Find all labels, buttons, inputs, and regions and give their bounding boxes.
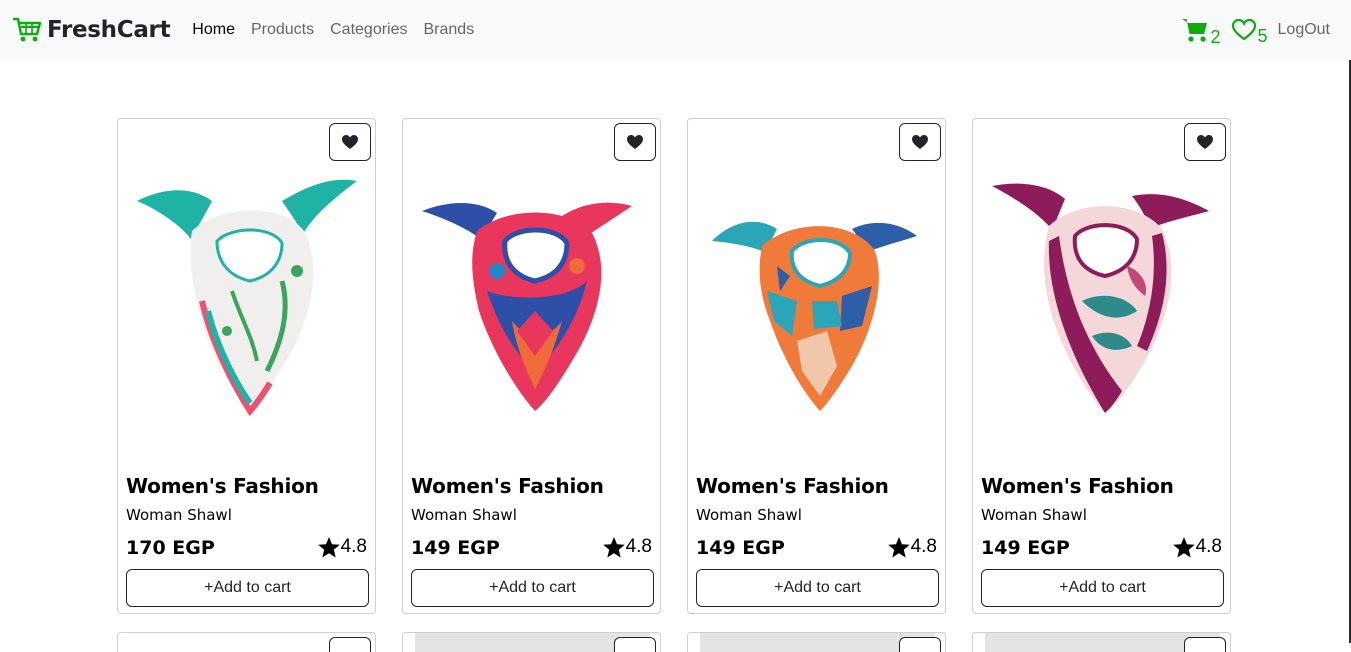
- product-category: Women's Fashion: [696, 474, 889, 498]
- heart-icon: [627, 135, 643, 149]
- wishlist-toggle-button[interactable]: [614, 637, 656, 652]
- star-icon: [317, 536, 340, 557]
- product-category: Women's Fashion: [126, 474, 319, 498]
- rating-value: 4.8: [910, 536, 937, 557]
- nav-links: Home Products Categories Brands: [192, 21, 490, 39]
- product-title: Woman Shawl: [411, 506, 517, 524]
- nav-link-home[interactable]: Home: [192, 21, 235, 39]
- product-card-partial[interactable]: [687, 632, 946, 652]
- product-rating: 4.8: [887, 536, 937, 558]
- product-image: [712, 221, 917, 411]
- product-category: Women's Fashion: [981, 474, 1174, 498]
- cart-button[interactable]: 2: [1181, 17, 1221, 47]
- wishlist-toggle-button[interactable]: [614, 123, 656, 161]
- product-title: Woman Shawl: [126, 506, 232, 524]
- heart-icon: [342, 135, 358, 149]
- heart-icon: [1197, 135, 1213, 149]
- star-icon: [887, 536, 910, 557]
- product-price: 149 EGP: [411, 537, 500, 559]
- rating-value: 4.8: [1195, 536, 1222, 557]
- heart-outline-icon: [1231, 18, 1256, 41]
- add-to-cart-button[interactable]: +Add to cart: [411, 569, 654, 607]
- product-card[interactable]: Women's Fashion Woman Shawl 149 EGP 4.8 …: [972, 118, 1231, 614]
- add-to-cart-button[interactable]: +Add to cart: [126, 569, 369, 607]
- add-to-cart-button[interactable]: +Add to cart: [981, 569, 1224, 607]
- product-rating: 4.8: [317, 536, 367, 558]
- product-card-partial[interactable]: [972, 632, 1231, 652]
- product-rating: 4.8: [602, 536, 652, 558]
- product-price: 149 EGP: [981, 537, 1070, 559]
- product-card[interactable]: Women's Fashion Woman Shawl 170 EGP 4.8 …: [117, 118, 376, 614]
- wishlist-count: 5: [1257, 26, 1268, 46]
- wishlist-toggle-button[interactable]: [899, 123, 941, 161]
- rating-value: 4.8: [340, 536, 367, 557]
- cart-count: 2: [1210, 27, 1221, 47]
- shopping-cart-logo-icon: [13, 17, 42, 42]
- product-title: Woman Shawl: [696, 506, 802, 524]
- product-image: [992, 183, 1209, 413]
- logout-link[interactable]: LogOut: [1278, 21, 1330, 39]
- product-image: [422, 202, 632, 411]
- nav-right: 2 5 LogOut: [1181, 0, 1330, 60]
- product-category: Women's Fashion: [411, 474, 604, 498]
- product-card[interactable]: Women's Fashion Woman Shawl 149 EGP 4.8 …: [402, 118, 661, 614]
- product-card[interactable]: Women's Fashion Woman Shawl 149 EGP 4.8 …: [687, 118, 946, 614]
- product-price: 149 EGP: [696, 537, 785, 559]
- wishlist-toggle-button[interactable]: [1184, 123, 1226, 161]
- wishlist-toggle-button[interactable]: [329, 637, 371, 652]
- heart-icon: [912, 135, 928, 149]
- product-rating: 4.8: [1172, 536, 1222, 558]
- nav-link-brands[interactable]: Brands: [424, 21, 475, 39]
- rating-value: 4.8: [625, 536, 652, 557]
- product-card-partial[interactable]: [117, 632, 376, 652]
- cart-icon: [1182, 19, 1208, 42]
- wishlist-toggle-button[interactable]: [1184, 637, 1226, 652]
- wishlist-toggle-button[interactable]: [329, 123, 371, 161]
- product-title: Woman Shawl: [981, 506, 1087, 524]
- star-icon: [1172, 536, 1195, 557]
- product-price: 170 EGP: [126, 537, 215, 559]
- add-to-cart-button[interactable]: +Add to cart: [696, 569, 939, 607]
- wishlist-button[interactable]: 5: [1231, 18, 1268, 46]
- wishlist-toggle-button[interactable]: [899, 637, 941, 652]
- brand-link[interactable]: FreshCart: [12, 17, 171, 43]
- navbar: FreshCart Home Products Categories Brand…: [0, 0, 1351, 60]
- product-image: [137, 179, 357, 416]
- brand-name: FreshCart: [47, 17, 171, 43]
- product-card-partial[interactable]: [402, 632, 661, 652]
- nav-link-categories[interactable]: Categories: [330, 21, 407, 39]
- nav-link-products[interactable]: Products: [251, 21, 314, 39]
- star-icon: [602, 536, 625, 557]
